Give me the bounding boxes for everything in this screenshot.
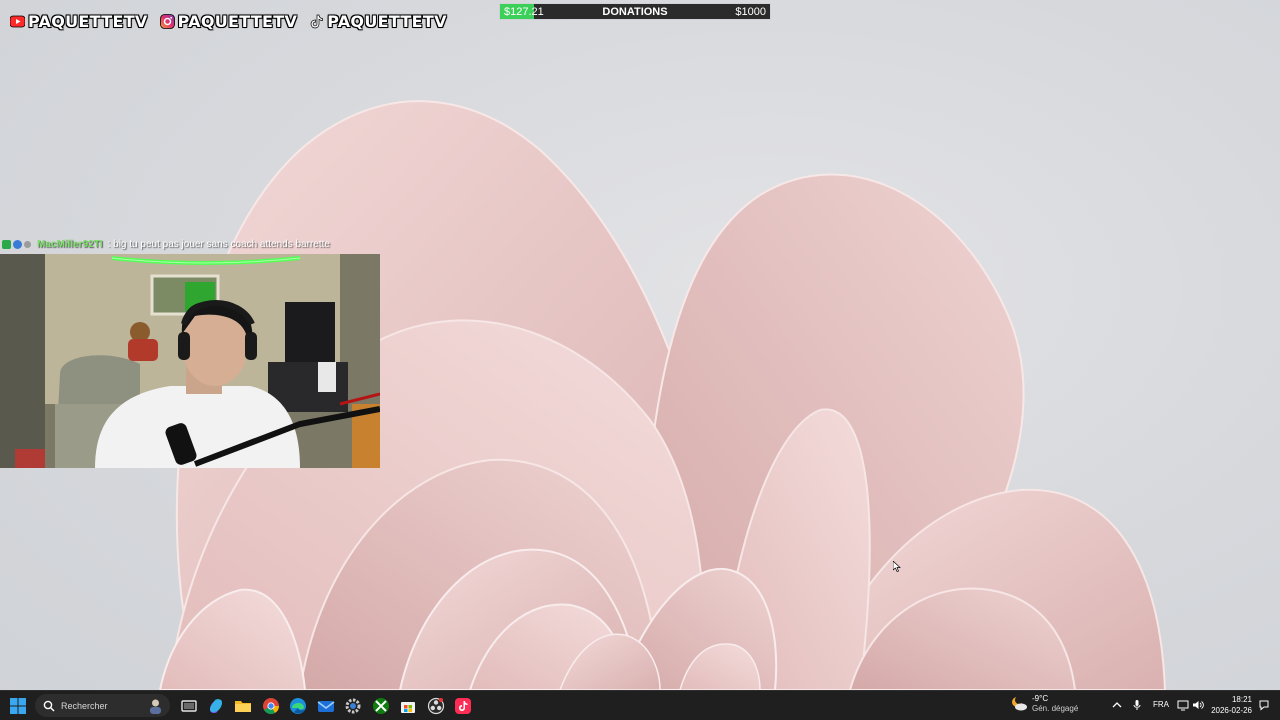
notification-bell-icon[interactable] — [1258, 699, 1270, 711]
moon-cloud-icon — [1012, 696, 1027, 711]
search-icon — [43, 700, 55, 712]
blue-badge-icon — [13, 240, 22, 249]
weather-temperature: -9°C — [1032, 694, 1049, 703]
weather-widget[interactable]: -9°C Gén. dégagé — [1010, 694, 1078, 714]
volume-icon[interactable] — [1192, 699, 1204, 711]
tiktok-live-icon[interactable] — [454, 697, 472, 715]
webcam-overlay — [0, 254, 380, 468]
webcam-feed-icon — [0, 254, 380, 468]
youtube-icon — [9, 14, 26, 29]
search-placeholder: Rechercher — [61, 700, 108, 711]
donation-goal-amount: $1000 — [735, 6, 766, 18]
taskbar-clock[interactable]: 18:21 2026-02-26 — [1206, 694, 1252, 716]
network-icon[interactable] — [1177, 699, 1189, 711]
search-highlight-icon — [150, 699, 161, 714]
chat-message: MacMiller92TI : big tu peut pas jouer sa… — [2, 239, 330, 250]
mouse-cursor-icon — [893, 561, 901, 572]
clock-date: 2026-02-26 — [1211, 706, 1252, 715]
chat-username: MacMiller92TI — [37, 239, 103, 250]
gray-badge-icon — [24, 241, 31, 248]
xbox-icon[interactable] — [372, 697, 390, 715]
donation-goal-bar: $127.21 DONATIONS $1000 — [499, 3, 771, 20]
green-badge-icon — [2, 240, 11, 249]
social-tiktok: PAQUETTETV — [309, 12, 447, 31]
microphone-icon[interactable] — [1131, 699, 1143, 711]
windows-start-icon[interactable] — [10, 698, 26, 714]
social-youtube: PAQUETTETV — [9, 12, 148, 31]
settings-icon[interactable] — [344, 697, 362, 715]
chevron-up-icon[interactable] — [1111, 699, 1123, 711]
store-icon[interactable] — [399, 697, 417, 715]
task-view-icon[interactable] — [180, 697, 198, 715]
clock-time: 18:21 — [1231, 695, 1252, 704]
edge-icon[interactable] — [289, 697, 307, 715]
social-handles: PAQUETTETV PAQUETTETV PAQUETTETV — [9, 12, 447, 31]
tiktok-icon — [309, 14, 324, 29]
file-explorer-icon[interactable] — [234, 697, 252, 715]
taskbar: Rechercher -9°C Gén. dégagé FRA 18:21 20… — [0, 690, 1280, 720]
social-handle-label: PAQUETTETV — [327, 12, 447, 31]
obs-icon[interactable] — [427, 697, 445, 715]
taskbar-search-box[interactable]: Rechercher — [35, 694, 170, 717]
donation-title: DONATIONS — [602, 6, 668, 18]
copilot-icon[interactable] — [207, 697, 225, 715]
mail-icon[interactable] — [317, 697, 335, 715]
weather-condition: Gén. dégagé — [1032, 704, 1079, 713]
language-indicator[interactable]: FRA — [1153, 700, 1169, 709]
social-instagram: PAQUETTETV — [159, 12, 298, 31]
desktop-screen: PAQUETTETV PAQUETTETV PAQUETTETV $127.21… — [0, 0, 1280, 720]
instagram-icon — [159, 14, 175, 29]
chat-text: : big tu peut pas jouer sans coach atten… — [107, 239, 330, 250]
social-handle-label: PAQUETTETV — [177, 12, 298, 31]
chrome-icon[interactable] — [262, 697, 280, 715]
social-handle-label: PAQUETTETV — [28, 12, 148, 31]
